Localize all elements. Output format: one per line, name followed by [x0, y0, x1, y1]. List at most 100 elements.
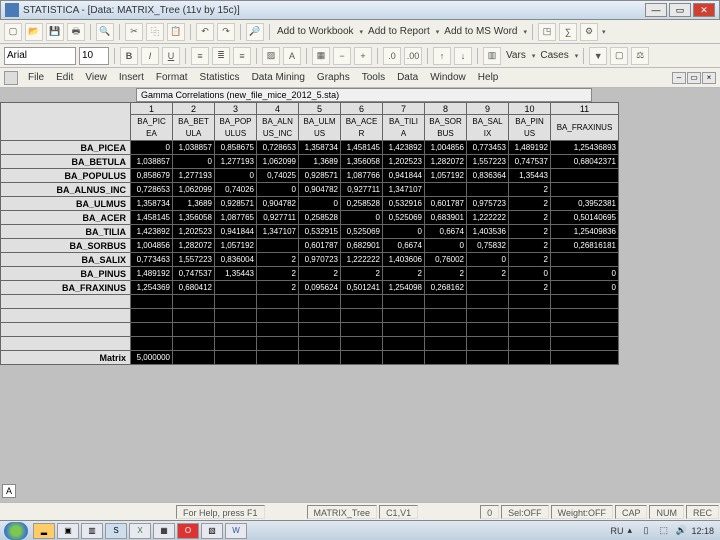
row-header[interactable]: BA_SALIX — [1, 253, 131, 267]
data-cell[interactable] — [299, 295, 341, 309]
data-cell[interactable] — [425, 337, 467, 351]
col-header[interactable]: BA_TILIA — [383, 115, 425, 141]
data-cell[interactable]: 1,358734 — [131, 197, 173, 211]
data-grid[interactable]: 1234567891011BA_PICEABA_BETULABA_POPULUS… — [0, 102, 619, 365]
data-cell[interactable]: 1,222222 — [467, 211, 509, 225]
data-cell[interactable] — [173, 323, 215, 337]
chevron-down-icon[interactable]: ▾ — [532, 52, 536, 60]
tray-clock[interactable]: 12:18 — [691, 526, 714, 536]
data-cell[interactable]: 1,3689 — [299, 155, 341, 169]
data-cell[interactable]: 1,557223 — [467, 155, 509, 169]
data-cell[interactable]: 2 — [509, 197, 551, 211]
col-header[interactable]: BA_ULMUS — [299, 115, 341, 141]
data-cell[interactable]: 0 — [341, 211, 383, 225]
menu-edit[interactable]: Edit — [50, 70, 79, 85]
add-report-button[interactable]: Add to Report — [366, 26, 432, 37]
col-header[interactable]: BA_SORBUS — [425, 115, 467, 141]
data-cell[interactable] — [131, 309, 173, 323]
task-explorer[interactable]: ▂ — [33, 523, 55, 539]
data-cell[interactable]: 2 — [467, 267, 509, 281]
data-cell[interactable]: 2 — [425, 267, 467, 281]
data-cell[interactable]: 0 — [509, 267, 551, 281]
align-left-icon[interactable]: ≡ — [191, 47, 209, 65]
decimal-inc-icon[interactable]: .0 — [383, 47, 401, 65]
data-cell[interactable]: 0,532915 — [299, 225, 341, 239]
data-cell[interactable]: 1,062099 — [173, 183, 215, 197]
data-cell[interactable]: 0,76002 — [425, 253, 467, 267]
data-cell[interactable] — [509, 351, 551, 365]
data-cell[interactable]: 1,25436893 — [551, 141, 619, 155]
data-cell[interactable] — [509, 295, 551, 309]
new-icon[interactable]: ▢ — [4, 23, 22, 41]
menu-view[interactable]: View — [79, 70, 113, 85]
font-size-select[interactable] — [79, 47, 109, 65]
data-cell[interactable]: 0 — [551, 267, 619, 281]
data-cell[interactable] — [383, 295, 425, 309]
data-cell[interactable]: 2 — [299, 267, 341, 281]
data-cell[interactable] — [509, 309, 551, 323]
data-cell[interactable]: 0 — [551, 281, 619, 295]
data-cell[interactable] — [425, 309, 467, 323]
data-cell[interactable]: 2 — [509, 281, 551, 295]
data-cell[interactable]: 1,004856 — [131, 239, 173, 253]
cut-icon[interactable]: ✂ — [125, 23, 143, 41]
chart-icon[interactable]: ◳ — [538, 23, 556, 41]
data-cell[interactable]: 0,601787 — [299, 239, 341, 253]
data-cell[interactable]: 0,941844 — [383, 169, 425, 183]
task-app[interactable]: ▣ — [57, 523, 79, 539]
data-cell[interactable]: 1,038857 — [131, 155, 173, 169]
data-cell[interactable]: 0 — [215, 169, 257, 183]
data-cell[interactable]: 0,773463 — [131, 253, 173, 267]
data-cell[interactable]: 1,282072 — [425, 155, 467, 169]
add-word-button[interactable]: Add to MS Word — [442, 26, 519, 37]
row-header[interactable] — [1, 295, 131, 309]
data-cell[interactable] — [467, 295, 509, 309]
data-cell[interactable] — [467, 281, 509, 295]
data-cell[interactable] — [131, 323, 173, 337]
data-cell[interactable]: 0,927711 — [257, 211, 299, 225]
data-cell[interactable]: 2 — [509, 211, 551, 225]
data-cell[interactable]: 1,25409836 — [551, 225, 619, 239]
data-cell[interactable] — [467, 337, 509, 351]
data-cell[interactable] — [173, 351, 215, 365]
menu-insert[interactable]: Insert — [113, 70, 150, 85]
task-app[interactable]: ▦ — [153, 523, 175, 539]
data-cell[interactable]: 0 — [383, 225, 425, 239]
data-cell[interactable]: 1,062099 — [257, 155, 299, 169]
data-cell[interactable] — [467, 351, 509, 365]
italic-button[interactable]: I — [141, 47, 159, 65]
data-cell[interactable] — [383, 337, 425, 351]
data-cell[interactable] — [341, 337, 383, 351]
data-cell[interactable]: 1,35443 — [509, 169, 551, 183]
data-cell[interactable]: 0,773453 — [467, 141, 509, 155]
doc-restore-button[interactable]: ▭ — [687, 72, 701, 84]
font-select[interactable] — [4, 47, 76, 65]
add-workbook-button[interactable]: Add to Workbook — [275, 26, 356, 37]
data-cell[interactable]: 0 — [425, 239, 467, 253]
print-icon[interactable]: 🖶 — [67, 23, 85, 41]
data-cell[interactable]: 0,683901 — [425, 211, 467, 225]
data-cell[interactable]: 0 — [131, 141, 173, 155]
sheet-tab[interactable]: A — [2, 484, 16, 498]
data-cell[interactable]: 2 — [341, 267, 383, 281]
task-app[interactable]: ▥ — [81, 523, 103, 539]
data-cell[interactable] — [509, 323, 551, 337]
tray-lang[interactable]: RU — [610, 526, 623, 536]
data-cell[interactable]: 0,75832 — [467, 239, 509, 253]
row-header-matrix[interactable]: Matrix — [1, 351, 131, 365]
redo-icon[interactable]: ↷ — [217, 23, 235, 41]
data-cell[interactable]: 1,403606 — [383, 253, 425, 267]
underline-button[interactable]: U — [162, 47, 180, 65]
data-cell[interactable] — [215, 337, 257, 351]
data-cell[interactable]: 0,975723 — [467, 197, 509, 211]
data-cell[interactable]: 1,489192 — [509, 141, 551, 155]
data-cell[interactable]: 0 — [257, 183, 299, 197]
data-cell[interactable] — [299, 337, 341, 351]
data-cell[interactable] — [425, 323, 467, 337]
row-header[interactable]: BA_ULMUS — [1, 197, 131, 211]
data-cell[interactable] — [383, 323, 425, 337]
data-cell[interactable] — [215, 351, 257, 365]
data-cell[interactable]: 2 — [509, 183, 551, 197]
maximize-button[interactable]: ▭ — [669, 3, 691, 17]
data-cell[interactable] — [467, 323, 509, 337]
